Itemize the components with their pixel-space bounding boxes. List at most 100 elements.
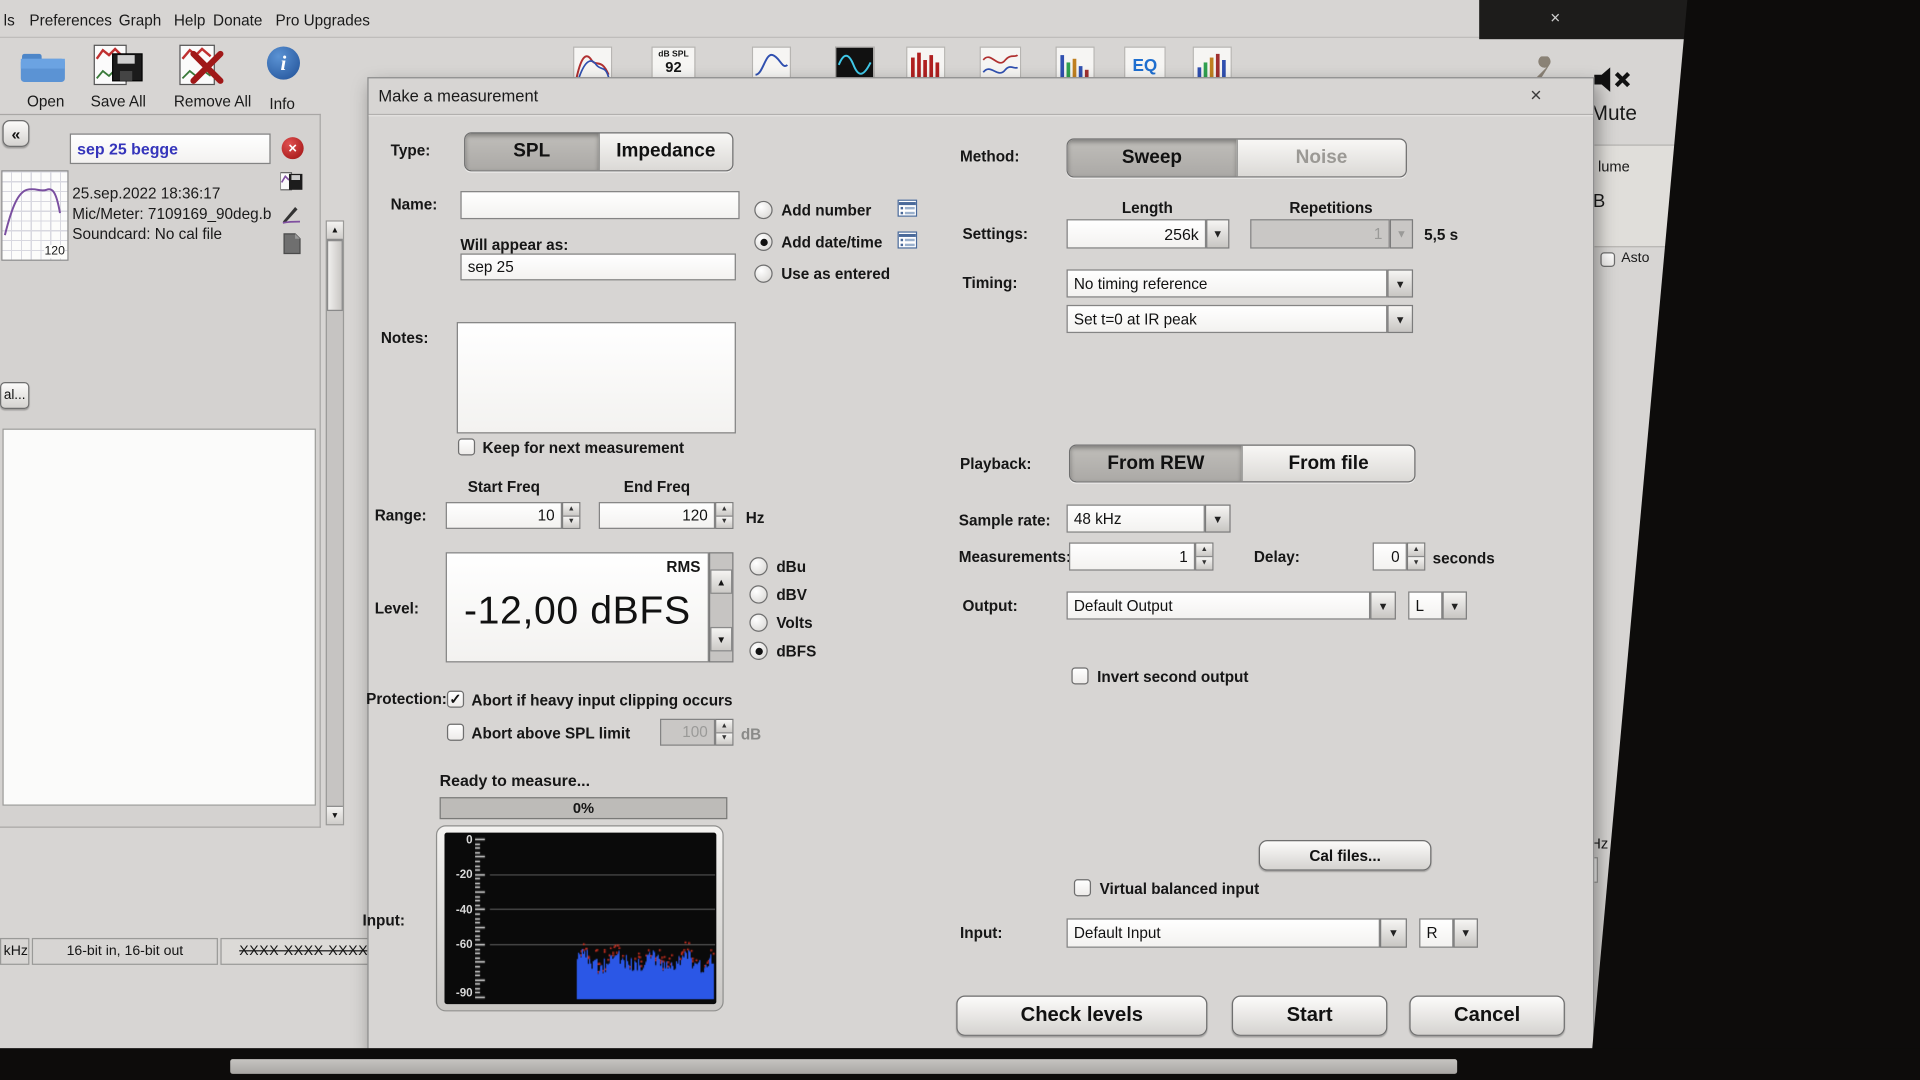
measurement-name-field[interactable]: sep 25 begge (70, 133, 271, 164)
monitor-bezel-strip (230, 1059, 1457, 1074)
method-noise-button[interactable]: Noise (1236, 140, 1406, 177)
menu-item-donate[interactable]: Donate (213, 12, 262, 29)
input-channel-select[interactable]: R (1419, 918, 1453, 947)
scrollbar-up-button[interactable]: ▲ (327, 222, 343, 240)
add-datetime-radio[interactable] (754, 233, 772, 251)
menu-item-help[interactable]: Help (174, 12, 205, 29)
panel-scrollbar[interactable]: ▲ ▼ (326, 220, 344, 825)
mute-label[interactable]: Mute (1591, 102, 1637, 126)
fragment-volume: lume (1598, 158, 1630, 175)
playback-segmented: From REW From file (1069, 444, 1416, 482)
timing-ref-select[interactable]: Set t=0 at IR peak (1067, 305, 1388, 333)
abort-spl-checkbox[interactable] (447, 724, 464, 741)
sample-rate-select[interactable]: 48 kHz (1067, 504, 1205, 532)
sample-rate-dropdown-button[interactable]: ▼ (1205, 504, 1231, 532)
measurement-mic: Mic/Meter: 7109169_90deg.b (72, 206, 271, 223)
name-input[interactable] (460, 191, 739, 219)
timing-ref-dropdown-button[interactable]: ▼ (1387, 305, 1413, 333)
partial-cal-button[interactable]: al... (0, 382, 29, 409)
abort-clipping-checkbox[interactable]: ✓ (447, 691, 464, 708)
toolbar-save-all-button[interactable]: Save All (88, 44, 152, 115)
measurement-thumbnail[interactable]: 120 (1, 170, 68, 261)
timing-dropdown-button[interactable]: ▼ (1387, 269, 1413, 297)
playback-from-file-button[interactable]: From file (1242, 446, 1415, 482)
start-freq-field[interactable]: 10 (446, 502, 562, 529)
measurement-list-area[interactable] (2, 429, 315, 806)
menu-item-graph[interactable]: Graph (119, 12, 162, 29)
end-freq-spinner[interactable]: ▲▼ (715, 502, 733, 529)
type-spl-button[interactable]: SPL (465, 133, 598, 170)
toolbar-info-button[interactable]: i Info (262, 47, 306, 116)
delete-measurement-button[interactable]: × (282, 137, 304, 159)
notes-doc-icon[interactable] (283, 233, 301, 255)
will-appear-field[interactable]: sep 25 (460, 253, 736, 280)
auto-checkbox[interactable] (1600, 252, 1615, 267)
toolbar-remove-all-button[interactable]: Remove All (171, 44, 247, 115)
output-dropdown-button[interactable]: ▼ (1370, 591, 1396, 619)
add-number-list-icon[interactable] (898, 200, 918, 217)
output-select[interactable]: Default Output (1067, 591, 1371, 619)
output-channel-dropdown-button[interactable]: ▼ (1442, 591, 1466, 619)
level-box[interactable]: RMS -12,00 dBFS (446, 552, 709, 662)
cancel-button[interactable]: Cancel (1409, 996, 1565, 1036)
meter-tick-60: -60 (446, 938, 473, 951)
invert-output-checkbox[interactable] (1071, 667, 1088, 684)
menu-item-tools-partial[interactable]: ls (4, 12, 15, 29)
input-select[interactable]: Default Input (1067, 918, 1380, 947)
measurements-field[interactable]: 1 (1069, 542, 1195, 570)
dbv-radio[interactable] (749, 585, 767, 603)
input-channel-dropdown-button[interactable]: ▼ (1453, 918, 1477, 947)
spl-meter-caption: dB SPL (653, 50, 695, 59)
dbfs-radio[interactable] (749, 642, 767, 660)
end-freq-header: End Freq (599, 479, 715, 496)
input-dropdown-button[interactable]: ▼ (1380, 918, 1407, 947)
dialog-title-bar[interactable]: Make a measurement × (369, 78, 1593, 115)
add-datetime-list-icon[interactable] (898, 231, 918, 248)
delay-spinner[interactable]: ▲▼ (1407, 542, 1425, 570)
start-freq-spinner[interactable]: ▲▼ (562, 502, 580, 529)
method-sweep-button[interactable]: Sweep (1068, 140, 1236, 177)
scrollbar-down-button[interactable]: ▼ (327, 806, 343, 824)
type-impedance-button[interactable]: Impedance (598, 133, 732, 170)
dbu-radio[interactable] (749, 557, 767, 575)
volts-radio[interactable] (749, 613, 767, 631)
dialog-close-button[interactable]: × (1530, 86, 1541, 108)
add-number-radio[interactable] (754, 201, 772, 219)
collapse-panel-button[interactable]: « (2, 120, 29, 147)
length-field[interactable]: 256k (1067, 219, 1207, 248)
length-dropdown-button[interactable]: ▼ (1206, 219, 1229, 248)
menu-item-pro-upgrades[interactable]: Pro Upgrades (276, 12, 370, 29)
use-as-entered-radio[interactable] (754, 264, 772, 282)
rms-label: RMS (666, 558, 700, 575)
use-as-entered-label: Use as entered (781, 266, 890, 283)
mute-speaker-icon[interactable] (1592, 64, 1634, 96)
keep-label: Keep for next measurement (482, 440, 684, 457)
abort-spl-label: Abort above SPL limit (471, 725, 630, 742)
measurements-label: Measurements: (959, 549, 1071, 566)
add-number-label: Add number (781, 202, 871, 219)
window-close-icon[interactable]: × (1550, 7, 1560, 27)
scrollbar-thumb[interactable] (327, 240, 343, 311)
start-button[interactable]: Start (1232, 996, 1388, 1036)
menu-item-preferences[interactable]: Preferences (29, 12, 112, 29)
check-levels-button[interactable]: Check levels (956, 996, 1207, 1036)
level-spin-up[interactable]: ▲ (710, 569, 732, 593)
timing-select[interactable]: No timing reference (1067, 269, 1388, 297)
delay-field[interactable]: 0 (1373, 542, 1407, 570)
end-freq-field[interactable]: 120 (599, 502, 715, 529)
measurement-name-value: sep 25 begge (77, 140, 178, 158)
output-channel-select[interactable]: L (1408, 591, 1442, 619)
measurements-spinner[interactable]: ▲▼ (1195, 542, 1213, 570)
dbfs-label: dBFS (776, 643, 816, 660)
save-measurement-icon[interactable] (280, 171, 302, 191)
toolbar-open-button[interactable]: Open (17, 47, 71, 116)
playback-from-rew-button[interactable]: From REW (1070, 446, 1241, 482)
toolbar-remove-all-label: Remove All (174, 93, 251, 110)
notes-textarea[interactable] (457, 322, 736, 433)
cal-files-button[interactable]: Cal files... (1259, 840, 1432, 871)
level-spinner-track[interactable]: ▲ ▼ (709, 552, 733, 662)
edit-curve-icon[interactable] (280, 203, 302, 225)
virtual-balanced-checkbox[interactable] (1074, 879, 1091, 896)
keep-checkbox[interactable] (458, 438, 475, 455)
level-spin-down[interactable]: ▼ (710, 627, 732, 651)
